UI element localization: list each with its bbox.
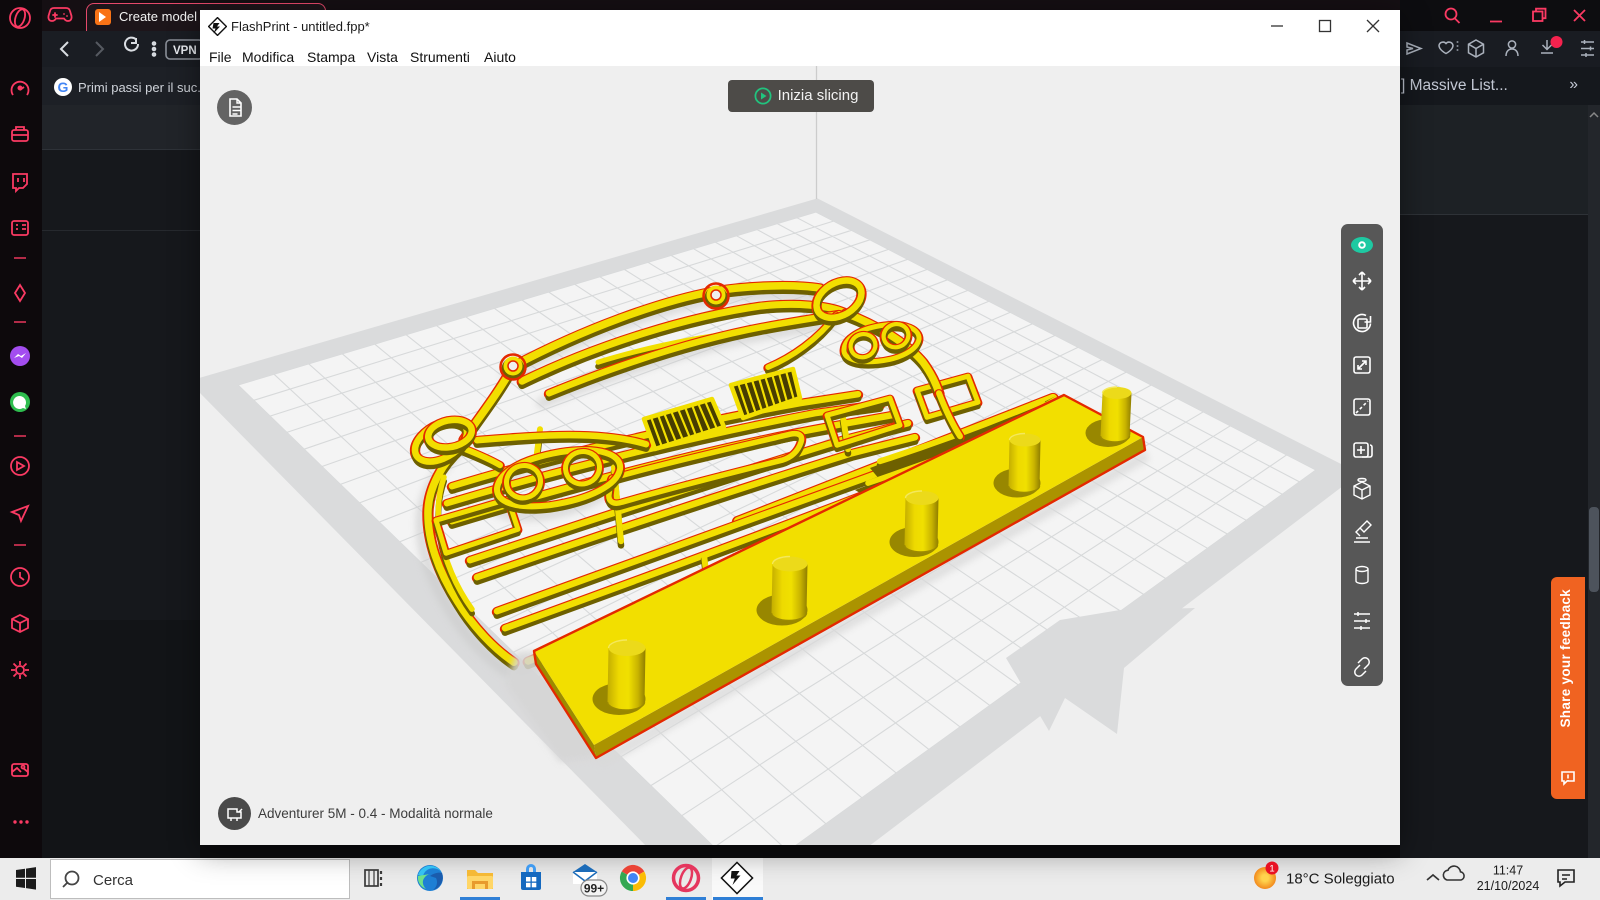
svg-text:11:47: 11:47: [1493, 864, 1523, 878]
svg-text:21/10/2024: 21/10/2024: [1477, 879, 1540, 893]
svg-text:VPN: VPN: [173, 45, 197, 57]
svg-text:G: G: [58, 79, 69, 95]
svg-text:18°C Soleggiato: 18°C Soleggiato: [1286, 871, 1395, 888]
svg-text:99+: 99+: [584, 882, 604, 896]
svg-text:Primi passi per il suc...: Primi passi per il suc...: [78, 80, 200, 95]
svg-text:1: 1: [1269, 864, 1274, 875]
